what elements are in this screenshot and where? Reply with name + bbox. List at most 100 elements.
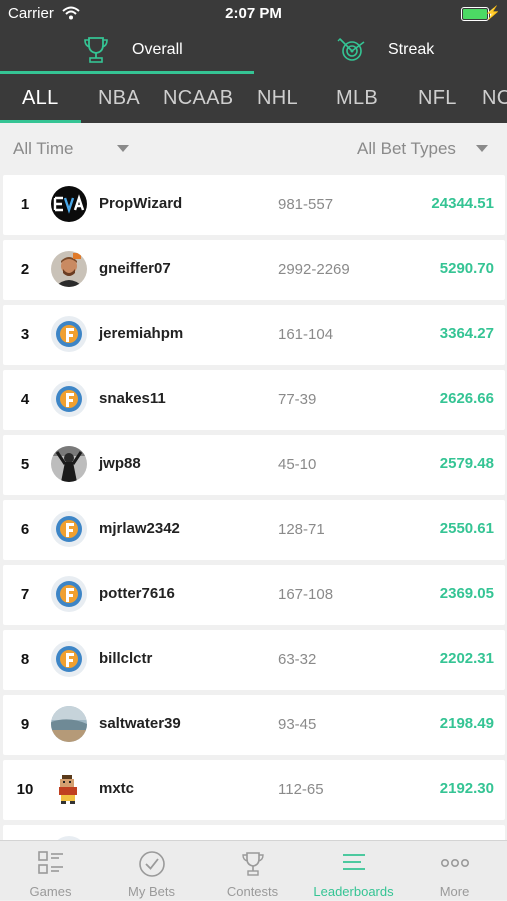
tab-more-label: More bbox=[439, 884, 470, 899]
sport-tab-nc[interactable]: NC bbox=[482, 87, 507, 110]
leaderboard-row[interactable]: 6 mjrlaw2342 128-71 2550.61 bbox=[3, 500, 505, 560]
username: jwp88 bbox=[99, 455, 141, 472]
leaderboard-row-partial[interactable] bbox=[3, 825, 505, 840]
win-loss-record: 77-39 bbox=[278, 391, 317, 408]
leaderboard-row[interactable]: 7 potter7616 167-108 2369.05 bbox=[3, 565, 505, 625]
leaderboard-row[interactable]: 9 saltwater39 93-45 2198.49 bbox=[3, 695, 505, 755]
beach-photo-icon bbox=[51, 706, 87, 742]
games-icon bbox=[37, 851, 63, 874]
checkmark-circle-icon bbox=[138, 851, 165, 877]
default-gear-avatar-icon bbox=[51, 641, 87, 677]
filter-bar: All Time All Bet Types bbox=[0, 123, 507, 173]
win-loss-record: 981-557 bbox=[278, 196, 334, 213]
person-photo-icon bbox=[51, 251, 87, 287]
rank-number: 10 bbox=[16, 781, 34, 798]
avatar bbox=[51, 381, 87, 417]
rank-number: 6 bbox=[20, 521, 30, 538]
username: mjrlaw2342 bbox=[99, 520, 180, 537]
target-icon bbox=[337, 38, 365, 61]
default-gear-avatar-icon bbox=[51, 381, 87, 417]
win-loss-record: 167-108 bbox=[278, 586, 334, 603]
score: 3364.27 bbox=[439, 325, 494, 342]
score: 2550.61 bbox=[439, 520, 494, 537]
win-loss-record: 128-71 bbox=[278, 521, 325, 538]
eva-logo-icon bbox=[51, 186, 87, 222]
username: potter7616 bbox=[99, 585, 175, 602]
avatar bbox=[51, 576, 87, 612]
status-bar: Carrier 2:07 PM ⚡ bbox=[0, 0, 507, 28]
bet-types-dropdown[interactable]: All Bet Types bbox=[357, 139, 456, 159]
username: gneiffer07 bbox=[99, 260, 171, 277]
username: PropWizard bbox=[99, 195, 183, 212]
username: saltwater39 bbox=[99, 715, 181, 732]
score: 2198.49 bbox=[439, 715, 494, 732]
leaderboard-row[interactable]: 10 mxtc 112-65 2192.30 bbox=[3, 760, 505, 820]
trophy-icon bbox=[84, 37, 108, 63]
tab-my-bets[interactable]: My Bets bbox=[101, 841, 202, 901]
tab-streak[interactable]: Streak bbox=[254, 28, 507, 74]
time-range-dropdown[interactable]: All Time bbox=[13, 139, 73, 159]
rank-number: 4 bbox=[20, 391, 30, 408]
rank-number: 3 bbox=[20, 326, 30, 343]
bottom-tab-bar: Games My Bets Contests Leaderboards More bbox=[0, 840, 507, 900]
pixel-character-icon bbox=[51, 771, 87, 807]
chevron-down-icon[interactable] bbox=[476, 145, 488, 152]
rank-number: 1 bbox=[20, 196, 30, 213]
leaderboard-mode-tabs: Overall Streak bbox=[0, 28, 507, 74]
tab-overall[interactable]: Overall bbox=[0, 28, 253, 74]
win-loss-record: 45-10 bbox=[278, 456, 317, 473]
chevron-down-icon[interactable] bbox=[117, 145, 129, 152]
leaderboard-list: 1 PropWizard 981-557 24344.51 2 gneiffer… bbox=[0, 173, 507, 840]
leaderboard-row[interactable]: 1 PropWizard 981-557 24344.51 bbox=[3, 175, 505, 235]
tab-leaderboards[interactable]: Leaderboards bbox=[303, 841, 404, 901]
default-gear-avatar-icon bbox=[51, 316, 87, 352]
avatar bbox=[51, 186, 87, 222]
tab-my-bets-label: My Bets bbox=[128, 884, 175, 899]
sport-tab-nba[interactable]: NBA bbox=[98, 87, 140, 110]
trophy-icon bbox=[241, 852, 264, 876]
username: jeremiahpm bbox=[99, 325, 184, 342]
leaderboard-lines-icon bbox=[342, 854, 365, 870]
score: 2369.05 bbox=[439, 585, 494, 602]
clock: 2:07 PM bbox=[225, 5, 282, 22]
leaderboard-row[interactable]: 2 gneiffer07 2992-2269 5290.70 bbox=[3, 240, 505, 300]
avatar bbox=[51, 706, 87, 742]
win-loss-record: 2992-2269 bbox=[278, 261, 350, 278]
score: 2192.30 bbox=[439, 780, 494, 797]
rank-number: 9 bbox=[20, 716, 30, 733]
win-loss-record: 63-32 bbox=[278, 651, 317, 668]
leaderboard-row[interactable]: 8 billclctr 63-32 2202.31 bbox=[3, 630, 505, 690]
rank-number: 5 bbox=[20, 456, 30, 473]
tab-more[interactable]: More bbox=[404, 841, 505, 901]
avatar bbox=[51, 251, 87, 287]
tab-contests-label: Contests bbox=[226, 884, 279, 899]
sport-tab-nfl[interactable]: NFL bbox=[418, 87, 457, 110]
tab-contests[interactable]: Contests bbox=[202, 841, 303, 901]
avatar bbox=[51, 446, 87, 482]
score: 2626.66 bbox=[439, 390, 494, 407]
sport-tab-nhl[interactable]: NHL bbox=[257, 87, 298, 110]
sport-tab-ncaab[interactable]: NCAAB bbox=[163, 87, 233, 110]
sport-tab-mlb[interactable]: MLB bbox=[336, 87, 378, 110]
charging-icon: ⚡ bbox=[484, 5, 501, 20]
username: billclctr bbox=[99, 650, 153, 667]
sport-tab-all[interactable]: ALL bbox=[22, 87, 59, 110]
avatar bbox=[51, 316, 87, 352]
tab-games-label: Games bbox=[29, 884, 72, 899]
win-loss-record: 93-45 bbox=[278, 716, 317, 733]
win-loss-record: 112-65 bbox=[278, 781, 324, 798]
leaderboard-row[interactable]: 5 jwp88 45-10 2579.48 bbox=[3, 435, 505, 495]
username: mxtc bbox=[99, 780, 135, 797]
person-photo-icon bbox=[51, 446, 87, 482]
tab-leaderboards-label: Leaderboards bbox=[313, 884, 394, 899]
default-gear-avatar-icon bbox=[51, 576, 87, 612]
leaderboard-row[interactable]: 4 snakes11 77-39 2626.66 bbox=[3, 370, 505, 430]
score: 24344.51 bbox=[431, 195, 494, 212]
avatar bbox=[51, 511, 87, 547]
tab-games[interactable]: Games bbox=[0, 841, 101, 901]
score: 2202.31 bbox=[439, 650, 494, 667]
avatar bbox=[51, 641, 87, 677]
rank-number: 8 bbox=[20, 651, 30, 668]
rank-number: 7 bbox=[20, 586, 30, 603]
leaderboard-row[interactable]: 3 jeremiahpm 161-104 3364.27 bbox=[3, 305, 505, 365]
